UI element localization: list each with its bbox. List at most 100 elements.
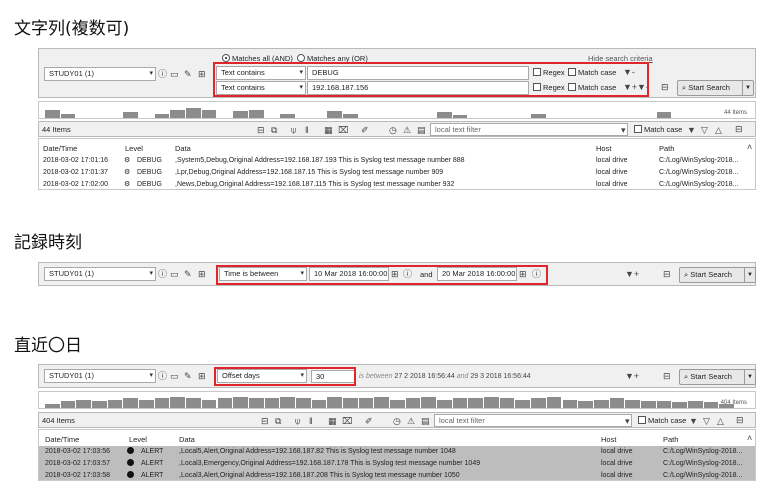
histogram-bar[interactable] — [374, 397, 389, 408]
save-search-icon[interactable]: ⊟ — [661, 82, 669, 92]
col-header-host[interactable]: Host — [596, 144, 611, 153]
histogram-bar[interactable] — [45, 110, 60, 118]
filter-icon[interactable]: ▼ — [687, 125, 696, 135]
delete-icon[interactable]: ⌧ — [342, 416, 352, 426]
table-row[interactable]: 2018-03-02 17:03:58 ALERT ,Local3,Alert,… — [39, 470, 755, 480]
rule-icon[interactable]: ⊞ — [198, 69, 206, 79]
rule-icon[interactable]: ⊞ — [198, 371, 206, 381]
copy-icon[interactable]: ⧉ — [271, 125, 277, 135]
pin-icon[interactable]: ⍦ — [295, 416, 300, 426]
col-header-path[interactable]: Path — [659, 144, 674, 153]
start-search-button[interactable]: ⌕ Start Search ▼ — [677, 80, 754, 96]
warning-icon[interactable]: ⚠ — [403, 125, 411, 135]
histogram-bar[interactable] — [342, 114, 358, 118]
table-row[interactable]: 2018-03-02 17:01:37 ⚙ DEBUG ,Lpr,Debug,O… — [39, 167, 755, 179]
histogram-bar[interactable] — [295, 398, 311, 408]
histogram-bar[interactable] — [92, 401, 107, 408]
histogram-bar[interactable] — [170, 110, 186, 118]
pause-icon[interactable]: ‖ — [309, 416, 313, 426]
add-filter-icon[interactable]: ▼+ — [625, 371, 639, 381]
clock-icon[interactable]: ◷ — [393, 416, 401, 426]
pin-icon[interactable]: ⍦ — [291, 125, 296, 135]
histogram-bar[interactable] — [76, 400, 92, 408]
table-row[interactable]: 2018-03-02 17:01:16 ⚙ DEBUG ,System5,Deb… — [39, 155, 755, 167]
histogram-bar[interactable] — [719, 404, 734, 408]
chevron-down-icon[interactable]: ▼ — [744, 268, 755, 282]
warning-icon[interactable]: ⚠ — [407, 416, 415, 426]
histogram-bar[interactable] — [201, 400, 217, 408]
histogram-bar[interactable] — [687, 401, 703, 408]
local-text-filter-input[interactable]: local text filter — [434, 414, 632, 427]
histogram-bar[interactable] — [264, 398, 280, 408]
info-icon[interactable]: ⓘ — [158, 371, 167, 381]
histogram-bar[interactable] — [139, 400, 154, 408]
histogram-bar[interactable] — [405, 398, 421, 408]
chevron-down-icon[interactable]: ▾ — [625, 416, 630, 426]
histogram-bar[interactable] — [280, 114, 295, 118]
arrow-up-icon[interactable]: △ — [715, 125, 722, 135]
chevron-down-icon[interactable]: ▾ — [621, 125, 626, 135]
histogram-bar[interactable] — [311, 400, 327, 408]
histogram-bar[interactable] — [154, 114, 170, 118]
histogram-bar[interactable] — [60, 401, 76, 408]
export-icon[interactable]: ⊟ — [261, 416, 269, 426]
filter-matchcase-checkbox[interactable]: Match case — [634, 125, 682, 135]
histogram-bar[interactable] — [672, 402, 687, 408]
histogram-bar[interactable] — [280, 397, 295, 408]
filter-icon[interactable]: ▼ — [689, 416, 698, 426]
chevron-down-icon[interactable]: ▼ — [744, 370, 755, 384]
highlight-icon[interactable]: ✐ — [365, 416, 373, 426]
histogram-bar[interactable] — [468, 398, 484, 408]
col-header-date[interactable]: Date/Time — [43, 144, 77, 153]
histogram-bar[interactable] — [421, 397, 437, 408]
info-icon[interactable]: ⓘ — [158, 269, 167, 279]
table-row[interactable]: 2018-03-02 17:02:00 ⚙ DEBUG ,News,Debug,… — [39, 179, 755, 189]
histogram-bar[interactable] — [154, 398, 170, 408]
histogram-bar[interactable] — [233, 111, 248, 118]
columns-icon[interactable]: ▦ — [328, 416, 337, 426]
pencil-icon[interactable]: ✎ — [184, 269, 192, 279]
chevron-down-icon[interactable]: ▼ — [742, 81, 753, 95]
col-header-host[interactable]: Host — [601, 435, 616, 444]
histogram-bar[interactable] — [327, 397, 342, 408]
histogram-bar[interactable] — [60, 114, 76, 118]
histogram-bar[interactable] — [233, 397, 248, 408]
save-search-icon[interactable]: ⊟ — [663, 269, 671, 279]
histogram-bar[interactable] — [248, 110, 264, 118]
histogram-bar[interactable] — [562, 400, 578, 408]
histogram-bar[interactable] — [437, 400, 452, 408]
histogram-bar[interactable] — [45, 404, 60, 408]
arrow-down-icon[interactable]: ▽ — [701, 125, 708, 135]
info-icon[interactable]: ⓘ — [158, 69, 167, 79]
col-header-level[interactable]: Level — [129, 435, 147, 444]
highlight-icon[interactable]: ✐ — [361, 125, 369, 135]
export-icon[interactable]: ⊟ — [257, 125, 265, 135]
folder-icon[interactable]: ▭ — [170, 371, 179, 381]
grid-icon[interactable]: ▤ — [417, 125, 426, 135]
histogram-bar[interactable] — [327, 111, 342, 118]
histogram-bar[interactable] — [186, 398, 201, 408]
histogram-bar[interactable] — [499, 398, 515, 408]
arrow-down-icon[interactable]: ▽ — [703, 416, 710, 426]
histogram-bar[interactable] — [437, 112, 452, 118]
source-select[interactable]: STUDY01 (1) ▾ — [44, 369, 156, 383]
histogram-bar[interactable] — [656, 401, 672, 408]
folder-icon[interactable]: ▭ — [170, 269, 179, 279]
filter-matchcase-checkbox[interactable]: Match case — [638, 416, 686, 426]
col-header-path[interactable]: Path — [663, 435, 678, 444]
folder-icon[interactable]: ▭ — [170, 69, 179, 79]
arrow-up-icon[interactable]: △ — [717, 416, 724, 426]
histogram-bar[interactable] — [609, 398, 625, 408]
scroll-up-icon[interactable]: ˄ — [747, 433, 752, 443]
pause-icon[interactable]: ‖ — [305, 125, 309, 135]
table-row[interactable]: 2018-03-02 17:03:57 ALERT ,Local3,Emerge… — [39, 458, 755, 470]
histogram-bar[interactable] — [248, 398, 264, 408]
histogram-bar[interactable] — [342, 398, 358, 408]
histogram-bar[interactable] — [703, 402, 719, 408]
histogram-bar[interactable] — [452, 398, 468, 408]
col-header-level[interactable]: Level — [125, 144, 143, 153]
save-search-icon[interactable]: ⊟ — [663, 371, 671, 381]
add-filter-icon[interactable]: ▼+ — [625, 269, 639, 279]
delete-icon[interactable]: ⌧ — [338, 125, 348, 135]
histogram-bar[interactable] — [546, 397, 562, 408]
